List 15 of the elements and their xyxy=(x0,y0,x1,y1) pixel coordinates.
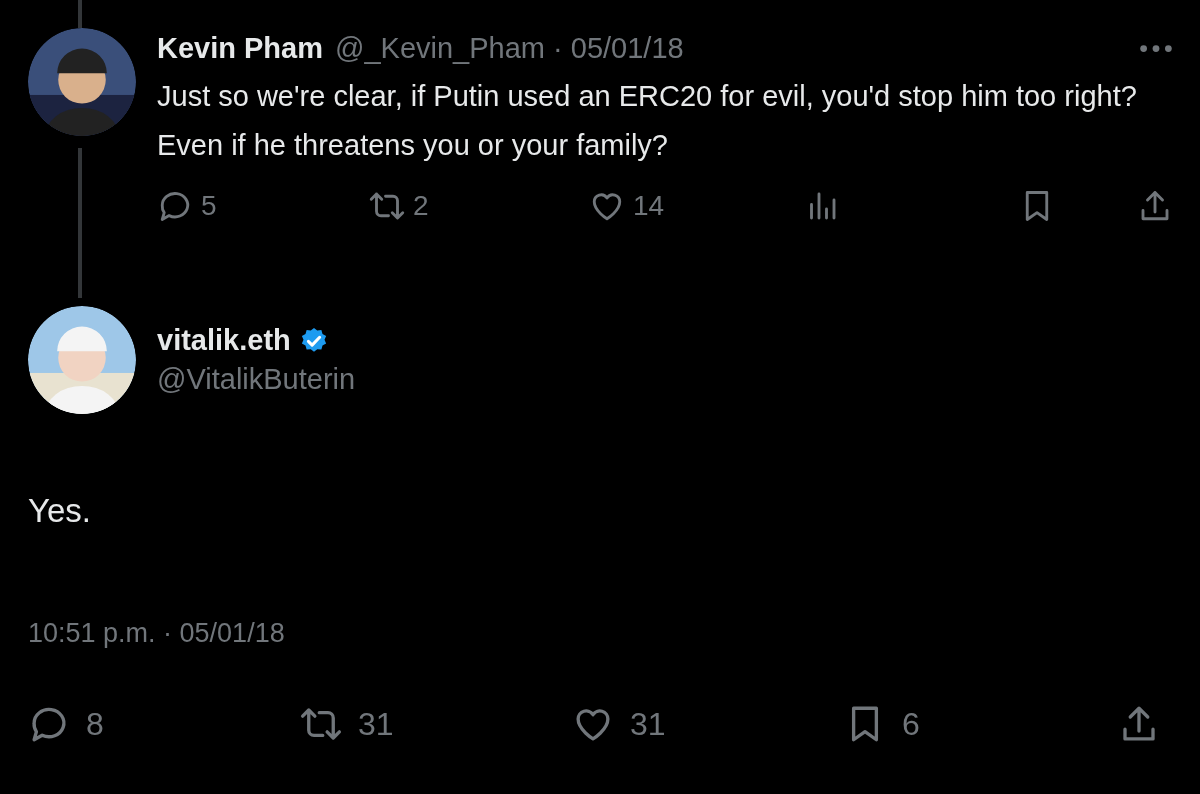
reply-button[interactable]: 5 xyxy=(157,188,217,224)
author-name[interactable]: Kevin Pham xyxy=(157,31,323,65)
author-name[interactable]: vitalik.eth xyxy=(157,324,291,357)
heart-button[interactable]: 31 xyxy=(572,703,666,745)
tweet-text: Yes. xyxy=(28,492,92,530)
more-icon[interactable] xyxy=(1139,43,1173,53)
tweet-text: Just so we're clear, if Putin used an ERC20 for evil, you'd stop him too right? Even if he threatens you or your family? xyxy=(157,79,1138,163)
handle-and-date: @_Kevin_Pham · 05/01/18 xyxy=(335,31,684,65)
retweet-button[interactable]: 2 xyxy=(369,188,429,224)
author-handle[interactable]: @VitalikButerin xyxy=(157,363,356,396)
timestamp: 10:51 p.m. · 05/01/18 xyxy=(28,618,286,649)
reply-button[interactable]: 8 xyxy=(28,703,104,745)
heart-button[interactable]: 14 xyxy=(589,188,665,224)
bookmark-button[interactable]: 6 xyxy=(844,703,920,745)
retweet-button[interactable]: 31 xyxy=(300,703,394,745)
